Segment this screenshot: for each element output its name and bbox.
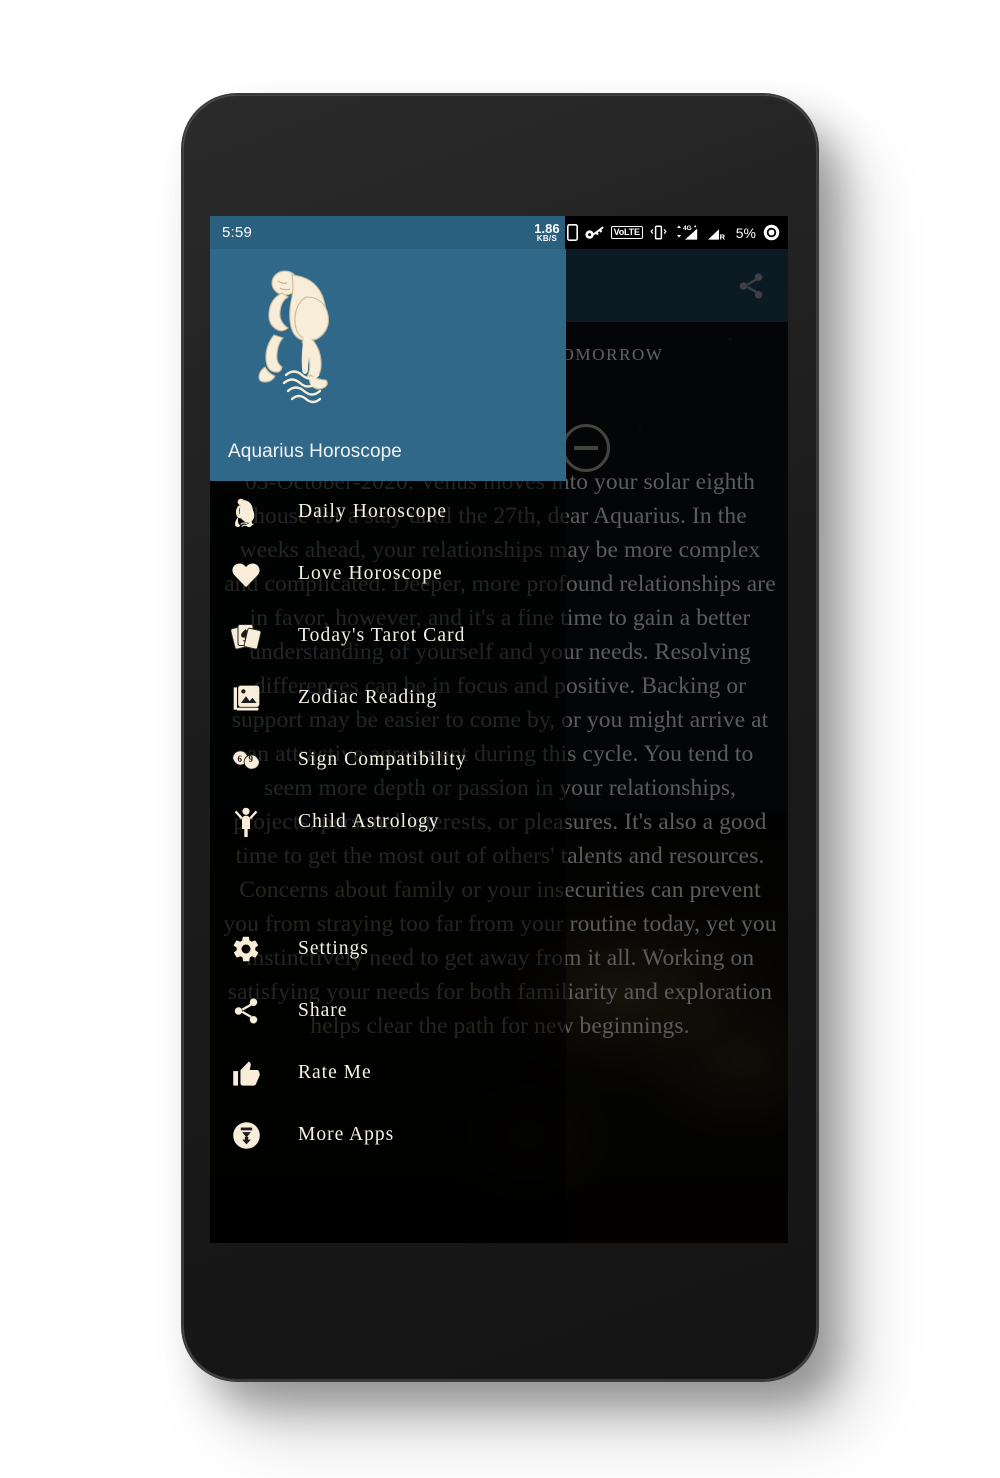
drawer-item-label: Zodiac Reading [298,687,438,708]
vpn-key-icon [584,225,604,240]
volte-icon: VoLTE [610,226,643,239]
drawer-item-label: Today's Tarot Card [298,625,466,646]
phone-screen: TOMORROW 03-October-2020. Venus moves in… [210,216,788,1243]
status-icons: 1.86 KB/S VoLTE 4G R 5% [534,222,780,243]
status-bar-drawer-tint [210,216,565,249]
signal-roaming-icon: R [707,224,729,241]
drawer-item-label: Sign Compatibility [298,749,467,770]
thumbs-up-icon [226,1059,266,1088]
heart-icon [226,561,266,588]
svg-text:6: 6 [238,754,243,764]
two-hands-icon: 6 9 [226,747,266,773]
signal-4g-icon: 4G [674,224,700,241]
aquarius-figure-icon [226,497,266,527]
drawer-item-label: Settings [298,938,369,959]
network-speed-unit: KB/S [536,234,558,243]
image-icon [226,684,266,713]
drawer-menu-list: Daily Horoscope Love Horoscope Today's T… [210,481,566,1243]
battery-percent-label: 5% [735,224,756,241]
drawer-item-todays-tarot-card[interactable]: Today's Tarot Card [210,605,566,667]
drawer-item-more-apps[interactable]: More Apps [210,1104,566,1166]
drawer-item-settings[interactable]: Settings [210,918,566,980]
drawer-item-child-astrology[interactable]: Child Astrology [210,791,566,853]
drawer-item-label: More Apps [298,1124,395,1145]
svg-text:R: R [719,233,725,241]
svg-text:4G: 4G [683,225,692,232]
drawer-header-title: Aquarius Horoscope [228,441,402,462]
playing-cards-icon [226,621,266,651]
drawer-item-rate-me[interactable]: Rate Me [210,1042,566,1104]
aquarius-water-bearer-illustration [248,257,388,417]
drawer-item-label: Love Horoscope [298,563,443,584]
drawer-item-label: Rate Me [298,1062,372,1083]
drawer-item-daily-horoscope[interactable]: Daily Horoscope [210,481,566,543]
vibrate-icon [650,225,667,240]
drawer-item-label: Daily Horoscope [298,501,448,522]
status-clock: 5:59 [222,224,252,241]
svg-text:9: 9 [249,754,254,764]
gear-icon [226,934,266,964]
drawer-item-label: Child Astrology [298,811,440,832]
phone-device-frame: TOMORROW 03-October-2020. Venus moves in… [183,95,817,1380]
drawer-item-label: Share [298,1000,348,1021]
drawer-item-zodiac-reading[interactable]: Zodiac Reading [210,667,566,729]
sim-card-icon [566,224,578,241]
share-icon [226,996,266,1026]
network-speed-indicator: 1.86 KB/S [534,222,559,243]
download-circle-icon [226,1121,266,1150]
drawer-item-love-horoscope[interactable]: Love Horoscope [210,543,566,605]
battery-saver-icon [763,224,780,241]
drawer-header: Aquarius Horoscope [210,249,566,481]
navigation-drawer: Aquarius Horoscope Daily Horoscope Love … [210,249,566,1243]
drawer-item-sign-compatibility[interactable]: 6 9 Sign Compatibility [210,729,566,791]
drawer-item-share[interactable]: Share [210,980,566,1042]
status-bar: 5:59 1.86 KB/S VoLTE 4G R 5% [210,216,788,249]
child-icon [226,807,266,837]
